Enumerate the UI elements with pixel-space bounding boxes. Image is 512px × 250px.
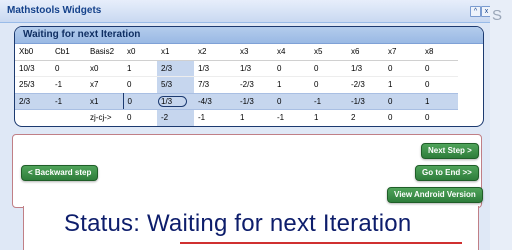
column-header: Basis2 xyxy=(90,47,115,57)
table-cell xyxy=(15,110,51,127)
table-cell: 0 xyxy=(127,113,132,123)
table-header-row: Xb0 Cb1 Basis2 x0 x1 x2 x3 x4 x5 x6 x7 x… xyxy=(15,44,458,60)
table-cell: -1/3 xyxy=(347,92,384,110)
backward-step-button[interactable]: < Backward step xyxy=(21,165,99,181)
table-cell: 0 xyxy=(273,92,310,110)
table-cell: 25/3 xyxy=(19,80,35,90)
column-header: x8 xyxy=(425,47,434,57)
table-cell: 0 xyxy=(55,63,60,73)
table-cell: -2/3 xyxy=(351,80,365,90)
panel-title: Waiting for next Iteration xyxy=(23,29,141,40)
column-header: Cb1 xyxy=(55,47,70,57)
controls-frame: < Backward step Next Step > Go to End >>… xyxy=(12,134,483,208)
title-bar: Mathstools Widgets ^ x xyxy=(0,0,492,23)
table-row: 10/3 0 x0 1 2/3 1/3 1/3 0 0 1/3 0 0 xyxy=(15,60,458,77)
panel-header: Waiting for next Iteration xyxy=(15,27,483,44)
status-text: Status: Waiting for next Iteration xyxy=(64,210,412,237)
column-header: x7 xyxy=(388,47,397,57)
table-cell: -4/3 xyxy=(194,92,236,110)
pivot-row: 2/3 -1 x1 0 1/3 -4/3 -1/3 0 -1 -1/3 0 1 xyxy=(15,92,458,110)
table-cell: 5/3 xyxy=(157,76,194,93)
table-cell: 1/3 xyxy=(198,63,210,73)
table-cell: 0 xyxy=(314,63,319,73)
status-box: Status: Waiting for next Iteration xyxy=(23,206,479,250)
table-cell: 1 xyxy=(388,80,393,90)
go-to-end-button[interactable]: Go to End >> xyxy=(415,165,479,181)
column-header: x5 xyxy=(314,47,323,57)
side-glyph: S xyxy=(492,7,503,24)
table-cell: -2/3 xyxy=(240,80,254,90)
table-cell: 1 xyxy=(277,80,282,90)
table-cell: 0 xyxy=(277,63,282,73)
table-cell: 0 xyxy=(425,63,430,73)
table-cell: 1 xyxy=(314,113,319,123)
column-header: x3 xyxy=(240,47,249,57)
column-header: x6 xyxy=(351,47,360,57)
table-cell: -1 xyxy=(55,80,63,90)
pivot-value: 1/3 xyxy=(158,95,188,107)
table-cell: 1 xyxy=(421,92,458,110)
table-cell: 1/3 xyxy=(351,63,363,73)
column-header: x0 xyxy=(127,47,136,57)
table-cell: 2 xyxy=(351,113,356,123)
table-cell: x7 xyxy=(90,80,99,90)
column-header: x1 xyxy=(161,47,170,57)
column-header: x2 xyxy=(198,47,207,57)
table-cell: 1 xyxy=(127,63,132,73)
table-cell: 0 xyxy=(388,113,393,123)
window-title: Mathstools Widgets xyxy=(7,5,102,16)
column-header: Xb0 xyxy=(19,47,34,57)
iteration-panel: Waiting for next Iteration Xb0 Cb1 Basis… xyxy=(14,26,484,127)
simplex-table: Xb0 Cb1 Basis2 x0 x1 x2 x3 x4 x5 x6 x7 x… xyxy=(15,44,458,127)
table-cell: -1 xyxy=(310,92,347,110)
table-cell: -1 xyxy=(277,113,285,123)
table-cell: 0 xyxy=(425,113,430,123)
table-cell: 0 xyxy=(314,80,319,90)
table-row: 25/3 -1 x7 0 5/3 7/3 -2/3 1 0 -2/3 1 0 xyxy=(15,76,458,93)
table-cell: 0 xyxy=(127,80,132,90)
table-cell: -1 xyxy=(51,92,86,110)
side-strip xyxy=(490,0,512,250)
table-cell: 0 xyxy=(384,92,421,110)
pivot-cell: 1/3 xyxy=(157,92,194,110)
table-row: zj-cj-> 0 -2 -1 1 -1 1 2 0 0 xyxy=(15,109,458,127)
table-cell: 2/3 xyxy=(157,60,194,77)
table-cell: 7/3 xyxy=(198,80,210,90)
table-cell: -2 xyxy=(157,109,194,126)
table-cell: 2/3 xyxy=(15,92,51,110)
table-cell: 10/3 xyxy=(19,63,35,73)
table-cell: 0 xyxy=(123,92,157,110)
column-header: x4 xyxy=(277,47,286,57)
table-cell: 1/3 xyxy=(240,63,252,73)
table-cell: 0 xyxy=(425,80,430,90)
widget-window: Mathstools Widgets ^ x Waiting for next … xyxy=(0,0,492,250)
table-cell: zj-cj-> xyxy=(90,113,112,123)
collapse-icon[interactable]: ^ xyxy=(470,6,481,17)
table-cell xyxy=(51,110,86,127)
table-cell: -1 xyxy=(198,113,206,123)
table-cell: x0 xyxy=(90,63,99,73)
status-underline xyxy=(180,242,462,244)
table-cell: 0 xyxy=(388,63,393,73)
table-cell: -1/3 xyxy=(236,92,273,110)
table-cell: 1 xyxy=(240,113,245,123)
next-step-button[interactable]: Next Step > xyxy=(421,143,479,159)
table-cell: x1 xyxy=(86,92,124,110)
android-version-button[interactable]: View Android Version xyxy=(387,187,483,203)
